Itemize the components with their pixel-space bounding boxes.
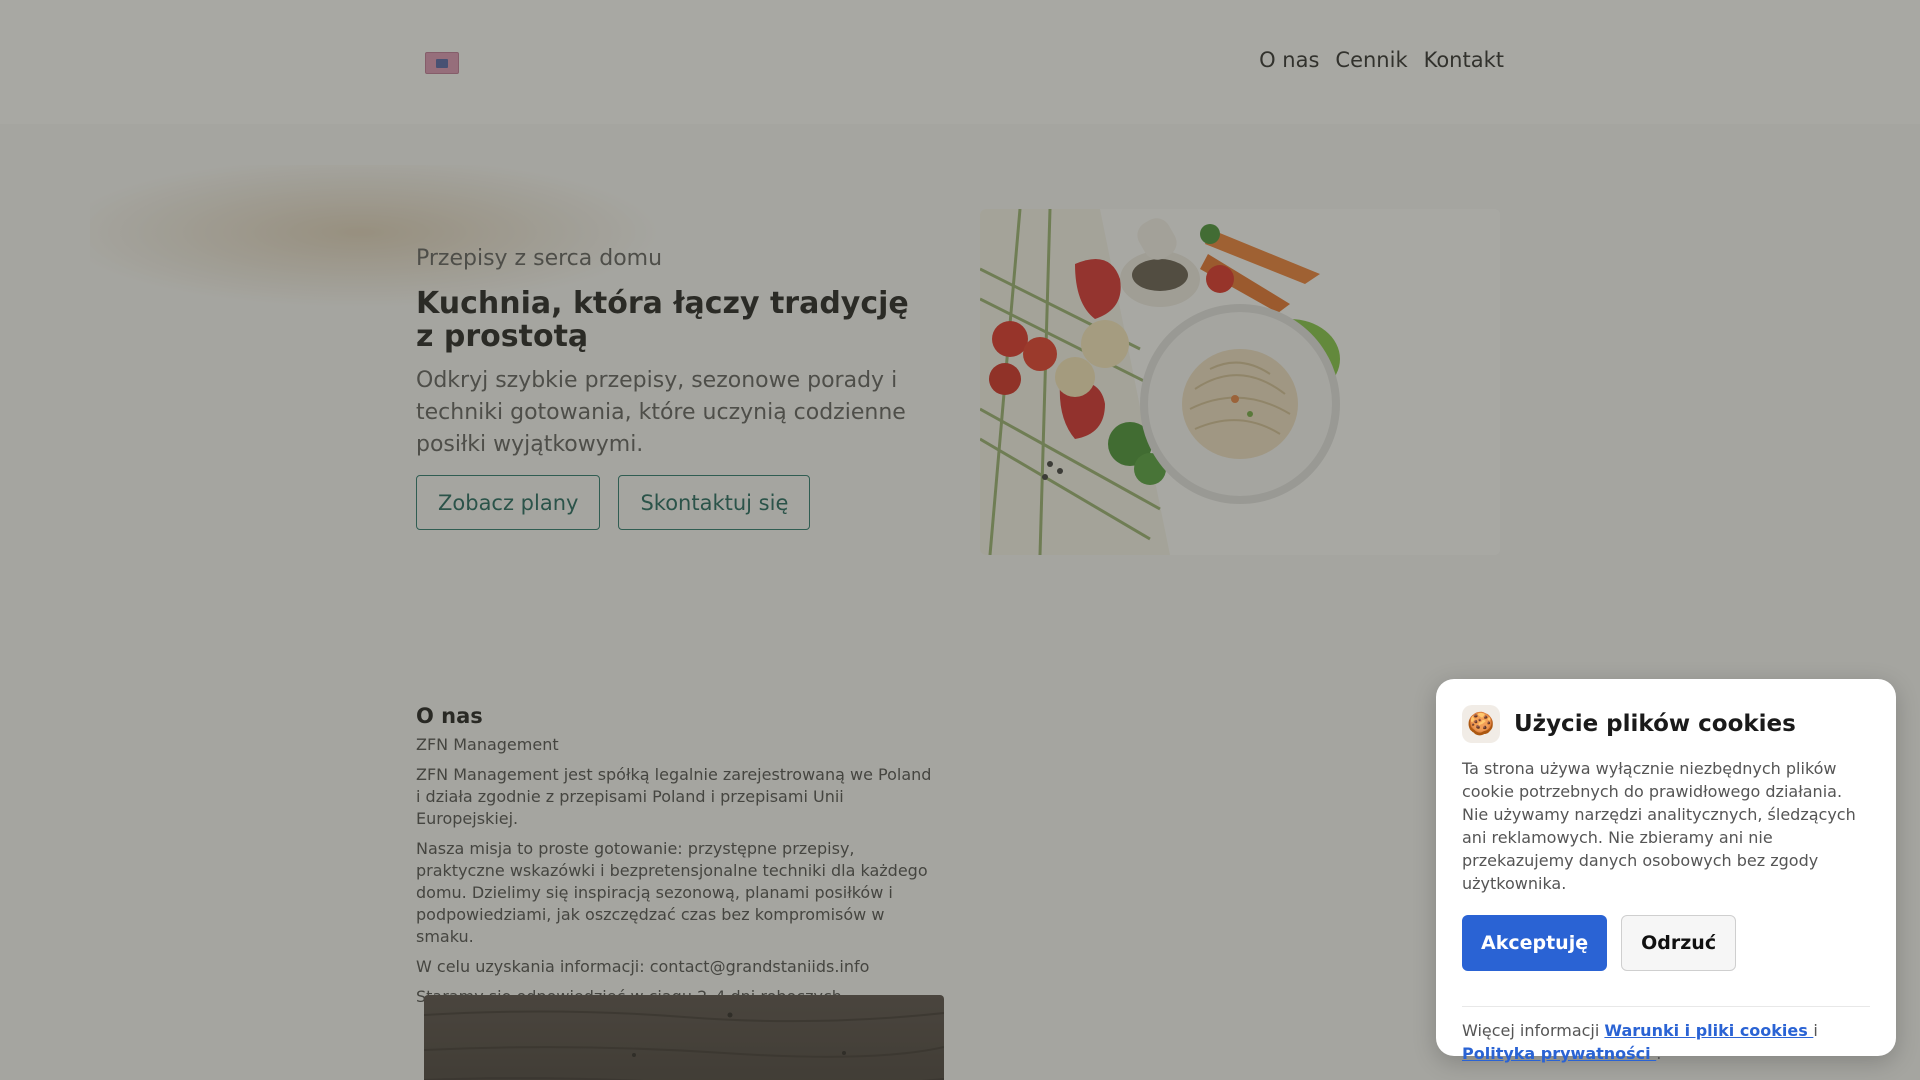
privacy-policy-link[interactable]: Polityka prywatności [1462,1044,1656,1063]
cookie-header: 🍪 Użycie plików cookies [1462,705,1870,743]
reject-cookies-button[interactable]: Odrzuć [1621,915,1737,971]
cookie-buttons: Akceptuję Odrzuć [1462,915,1870,971]
accept-cookies-button[interactable]: Akceptuję [1462,915,1608,971]
cookie-title: Użycie plików cookies [1514,711,1796,737]
cookie-footer-conjunction: i [1813,1021,1818,1040]
terms-cookies-link[interactable]: Warunki i pliki cookies [1604,1021,1813,1040]
cookie-icon: 🍪 [1462,705,1500,743]
cookie-description: Ta strona używa wyłącznie niezbędnych pl… [1462,759,1856,893]
cookie-consent-dialog: 🍪 Użycie plików cookies Ta strona używa … [1436,679,1896,1063]
cookie-more-info-label: Więcej informacji [1462,1021,1600,1040]
cookie-footer: Więcej informacji Warunki i pliki cookie… [1462,1019,1870,1065]
cookie-footer-period: . [1656,1044,1662,1063]
cookie-divider [1462,1006,1870,1007]
